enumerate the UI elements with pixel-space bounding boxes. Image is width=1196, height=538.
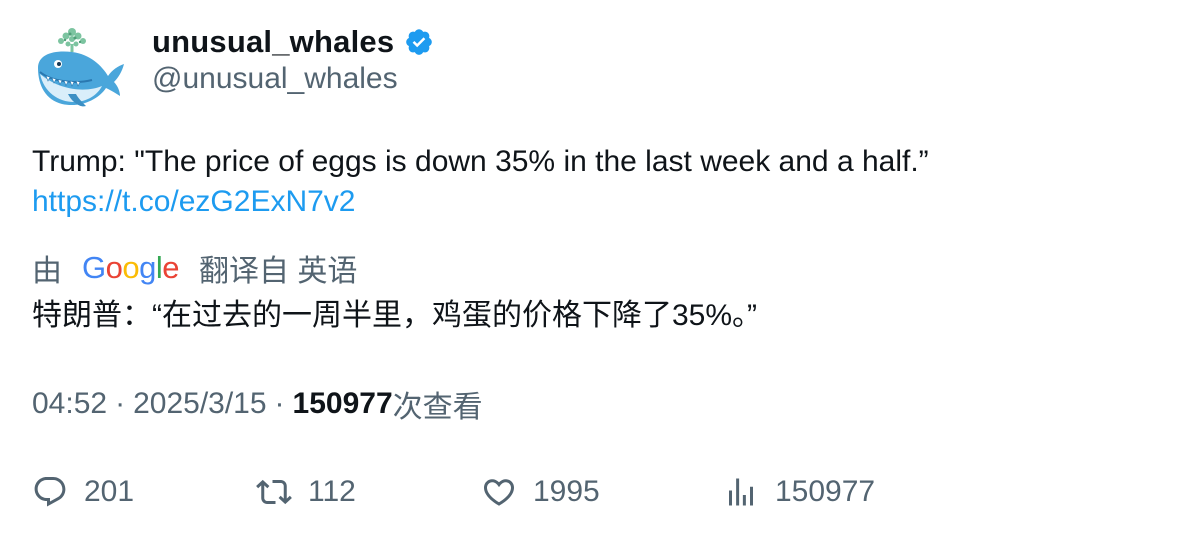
like-button[interactable]: 1995 [481,474,600,510]
tweet-actions: 201 112 1995 150977 [32,470,1032,514]
tweet-body: Trump: "The price of eggs is down 35% in… [32,145,929,178]
tweet-card: unusual_whales @unusual_whales Trump: "T… [0,0,1196,538]
like-count: 1995 [533,475,600,508]
translation-prefix: 由 [32,255,62,288]
verified-badge-icon[interactable] [404,27,434,57]
meta-separator: · [115,387,126,420]
reply-count: 201 [84,475,135,508]
google-logo[interactable]: Google [82,250,180,286]
heart-icon [483,479,515,506]
avatar[interactable] [32,22,128,114]
tweet-link[interactable]: https://t.co/ezG2ExN7v2 [32,182,1162,222]
meta-separator: · [274,387,285,420]
tweet-meta: 04:52 · 2025/3/15 · 150977 次查看 [32,384,483,424]
author-name-row: unusual_whales [152,22,434,62]
retweet-button[interactable]: 112 [256,474,356,510]
analytics-icon [729,478,753,506]
translation-suffix: 翻译自 英语 [199,255,358,288]
reply-button[interactable]: 201 [32,474,134,510]
views-action-count: 150977 [775,475,876,508]
whale-avatar-icon [38,28,124,107]
translated-text: 特朗普：“在过去的一周半里，鸡蛋的价格下降了35%。” [32,299,758,332]
tweet-date[interactable]: 2025/3/15 [133,387,266,421]
translation-attribution: 由 Google 翻译自 英语 [32,248,357,288]
views-button[interactable]: 150977 [723,474,875,510]
tweet-time[interactable]: 04:52 [32,387,107,421]
views-label: 次查看 [392,391,483,424]
tweet-text: Trump: "The price of eggs is down 35% in… [32,142,1162,222]
reply-icon [34,477,66,507]
retweet-count: 112 [308,475,356,508]
author-handle[interactable]: @unusual_whales [152,62,398,96]
author-display-name[interactable]: unusual_whales [152,24,394,60]
views-count: 150977 [292,387,393,420]
retweet-icon [256,479,292,505]
